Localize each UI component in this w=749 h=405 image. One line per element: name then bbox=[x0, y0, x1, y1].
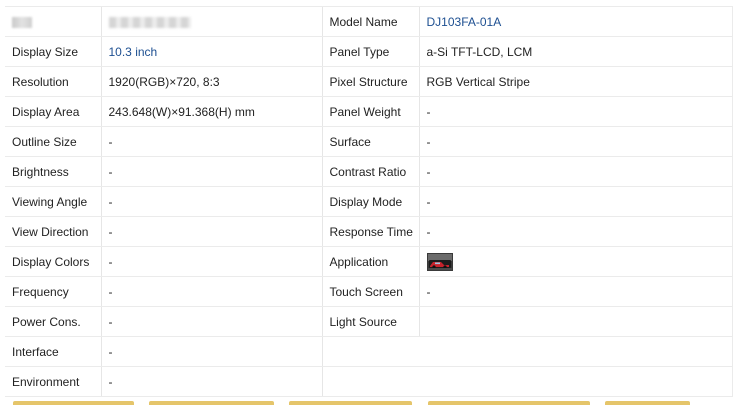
spec-label: Resolution bbox=[5, 66, 101, 97]
tab-button[interactable] bbox=[289, 401, 412, 405]
spec-row: Display Colors - Application bbox=[5, 246, 733, 277]
spec-value: - bbox=[100, 216, 322, 247]
spec-label: View Direction bbox=[5, 216, 101, 247]
spec-label: Application bbox=[321, 246, 419, 277]
spec-label: Display Mode bbox=[321, 186, 419, 217]
spec-row: Brightness - Contrast Ratio - bbox=[5, 156, 733, 187]
spec-row: Resolution 1920(RGB)×720, 8:3 Pixel Stru… bbox=[5, 66, 733, 97]
spec-label: Model Name bbox=[321, 6, 419, 37]
spec-label: Frequency bbox=[5, 276, 101, 307]
spec-label: Interface bbox=[5, 336, 101, 367]
spec-value: - bbox=[100, 126, 322, 157]
spec-label: Outline Size bbox=[5, 126, 101, 157]
spec-value: 243.648(W)×91.368(H) mm bbox=[100, 96, 322, 127]
spec-value: - bbox=[100, 246, 322, 277]
spec-row: Interface - bbox=[5, 336, 733, 367]
car-dashboard-thumbnail-icon[interactable] bbox=[426, 252, 453, 271]
spec-label: Surface bbox=[321, 126, 419, 157]
spec-value: - bbox=[418, 216, 733, 247]
spec-value: a-Si TFT-LCD, LCM bbox=[418, 36, 733, 67]
spec-value: - bbox=[100, 336, 322, 367]
tab-button[interactable] bbox=[149, 401, 274, 405]
bottom-tab-strip bbox=[0, 401, 749, 405]
spec-label: Panel Type bbox=[321, 36, 419, 67]
spec-value: - bbox=[418, 96, 733, 127]
spec-table: Model Name DJ103FA-01A Display Size 10.3… bbox=[5, 6, 733, 397]
spec-row: Frequency - Touch Screen - bbox=[5, 276, 733, 307]
redacted-value-blur bbox=[108, 16, 191, 28]
spec-label: Environment bbox=[5, 366, 101, 397]
spec-value: - bbox=[418, 156, 733, 187]
spec-value: 1920(RGB)×720, 8:3 bbox=[100, 66, 322, 97]
model-name-value: DJ103FA-01A bbox=[418, 6, 733, 37]
tab-button[interactable] bbox=[13, 401, 134, 405]
spec-label: Display Colors bbox=[5, 246, 101, 277]
spec-row: Power Cons. - Light Source bbox=[5, 306, 733, 337]
empty-cell bbox=[321, 366, 733, 397]
spec-value: - bbox=[100, 276, 322, 307]
spec-row: View Direction - Response Time - bbox=[5, 216, 733, 247]
spec-row: Environment - bbox=[5, 366, 733, 397]
spec-label: Brightness bbox=[5, 156, 101, 187]
blurred-value bbox=[100, 6, 322, 37]
spec-label: Power Cons. bbox=[5, 306, 101, 337]
spec-value: - bbox=[418, 126, 733, 157]
application-cell bbox=[418, 246, 733, 277]
spec-value: - bbox=[100, 306, 322, 337]
display-size-value: 10.3 inch bbox=[100, 36, 322, 67]
spec-value: - bbox=[418, 186, 733, 217]
spec-label: Pixel Structure bbox=[321, 66, 419, 97]
spec-label: Light Source bbox=[321, 306, 419, 337]
spec-label: Viewing Angle bbox=[5, 186, 101, 217]
spec-value: - bbox=[100, 186, 322, 217]
spec-value bbox=[418, 306, 733, 337]
tab-button[interactable] bbox=[428, 401, 590, 405]
spec-value: - bbox=[418, 276, 733, 307]
tab-button[interactable] bbox=[605, 401, 690, 405]
spec-row: Display Size 10.3 inch Panel Type a-Si T… bbox=[5, 36, 733, 67]
redacted-label-blur bbox=[12, 16, 32, 28]
spec-row: Viewing Angle - Display Mode - bbox=[5, 186, 733, 217]
spec-label: Display Area bbox=[5, 96, 101, 127]
spec-label: Response Time bbox=[321, 216, 419, 247]
spec-label: Panel Weight bbox=[321, 96, 419, 127]
spec-row: Display Area 243.648(W)×91.368(H) mm Pan… bbox=[5, 96, 733, 127]
blurred-label bbox=[5, 6, 101, 37]
spec-row-model: Model Name DJ103FA-01A bbox=[5, 6, 733, 37]
spec-value: RGB Vertical Stripe bbox=[418, 66, 733, 97]
spec-label: Touch Screen bbox=[321, 276, 419, 307]
spec-row: Outline Size - Surface - bbox=[5, 126, 733, 157]
spec-label: Contrast Ratio bbox=[321, 156, 419, 187]
spec-value: - bbox=[100, 366, 322, 397]
spec-label: Display Size bbox=[5, 36, 101, 67]
spec-value: - bbox=[100, 156, 322, 187]
empty-cell bbox=[321, 336, 733, 367]
